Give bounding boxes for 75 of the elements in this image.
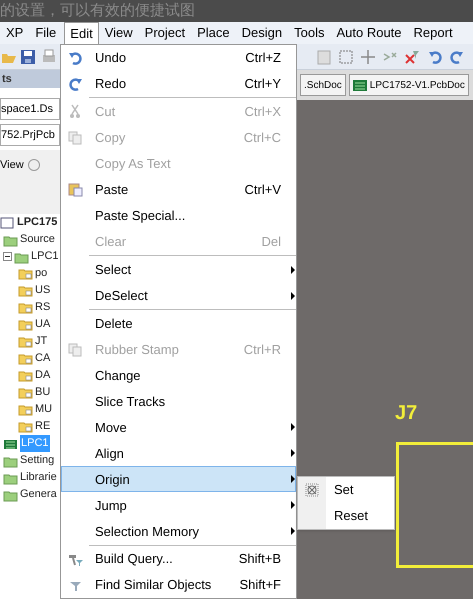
- tree-item[interactable]: Genera: [20, 486, 57, 503]
- move-icon[interactable]: [360, 48, 376, 64]
- tree-item[interactable]: Librarie: [20, 469, 57, 486]
- folder-icon: [18, 284, 33, 298]
- folder-icon: [18, 352, 33, 366]
- workspace-field[interactable]: space1.Ds: [0, 98, 60, 120]
- menu-bar-item[interactable]: Place: [191, 23, 236, 43]
- collapse-toggle[interactable]: [3, 252, 12, 261]
- view-label: View: [0, 158, 24, 173]
- folder-icon: [18, 386, 33, 400]
- menu-item[interactable]: Set: [298, 477, 394, 503]
- menu-bar-item[interactable]: File: [29, 23, 62, 43]
- redo-icon: [68, 76, 83, 92]
- scissors-icon: [68, 104, 83, 120]
- menu-item[interactable]: Select: [61, 256, 296, 282]
- folder-icon: [18, 300, 33, 314]
- undo-icon: [68, 50, 83, 66]
- folder-icon: [18, 420, 33, 434]
- panel-title: ts: [1, 72, 12, 87]
- document-tab[interactable]: .SchDoc: [300, 74, 346, 96]
- menu-item[interactable]: Paste Special...: [61, 202, 296, 229]
- tree-item[interactable]: LPC175: [17, 214, 58, 231]
- undo-icon[interactable]: [429, 50, 443, 64]
- menu-bar-item[interactable]: View: [98, 23, 139, 43]
- tree-item[interactable]: Setting: [20, 452, 54, 469]
- tree-item[interactable]: CA: [35, 350, 50, 367]
- folder-icon: [18, 334, 33, 348]
- tree-item[interactable]: JT: [35, 333, 48, 350]
- menu-item[interactable]: Paste Ctrl+V: [61, 176, 296, 203]
- folder-icon: [18, 368, 33, 382]
- menu-item[interactable]: Redo Ctrl+Y: [61, 71, 296, 97]
- tree-item[interactable]: po: [35, 265, 48, 282]
- menu-item[interactable]: Find Similar Objects Shift+F: [61, 572, 296, 598]
- menu-item[interactable]: Move: [61, 414, 296, 440]
- copy-icon: [68, 130, 83, 146]
- project-field[interactable]: 752.PrjPcb: [0, 124, 60, 146]
- designator-label: J7: [395, 401, 418, 426]
- folder-icon: [18, 318, 33, 332]
- menu-bar-item[interactable]: Project: [138, 23, 192, 43]
- menu-bar-item[interactable]: Design: [236, 23, 288, 43]
- menu-item[interactable]: Align: [61, 440, 296, 466]
- crosshair-icon: [305, 483, 319, 497]
- menu-bar-item[interactable]: Tools: [288, 23, 330, 43]
- menu-item[interactable]: Origin: [61, 466, 296, 492]
- tree-item[interactable]: LPC1: [31, 248, 59, 265]
- menu-item[interactable]: Build Query... Shift+B: [61, 546, 296, 572]
- menu-bar-item[interactable]: Auto Route: [330, 23, 408, 43]
- menu-bar-item[interactable]: Edit: [64, 22, 99, 44]
- tree-item[interactable]: Source: [20, 231, 55, 248]
- radio-button[interactable]: [28, 159, 40, 171]
- print-icon[interactable]: [42, 48, 56, 64]
- clear-filter-icon[interactable]: [404, 48, 420, 64]
- tree-item[interactable]: MU: [35, 401, 52, 418]
- menu-bar-item[interactable]: Report: [408, 23, 459, 43]
- tree-item[interactable]: RS: [35, 299, 50, 316]
- circuit-board-icon: [352, 80, 367, 90]
- tree-item[interactable]: BU: [35, 384, 50, 401]
- menu-item[interactable]: DeSelect: [61, 282, 296, 308]
- menu-item[interactable]: Delete: [61, 310, 296, 336]
- save-icon[interactable]: [20, 48, 36, 64]
- menu-item[interactable]: Slice Tracks: [61, 388, 296, 414]
- redo-icon[interactable]: [449, 50, 463, 64]
- selection-icon[interactable]: [338, 48, 354, 64]
- folder-icon: [18, 266, 33, 280]
- document-tab[interactable]: LPC1752-V1.PcbDoc: [348, 74, 469, 96]
- folder-icon: [18, 402, 33, 416]
- tree-item[interactable]: UA: [35, 316, 50, 333]
- menu-item[interactable]: Reset: [298, 503, 394, 529]
- menu-item[interactable]: Change: [61, 362, 296, 388]
- tree-item[interactable]: DA: [35, 367, 50, 384]
- tree-item[interactable]: RE: [35, 418, 50, 435]
- window-caption: 的设置，可以有效的便捷试图: [0, 2, 195, 20]
- menu-bar-item[interactable]: XP: [0, 23, 30, 43]
- copy-icon: [68, 342, 83, 357]
- tree-item[interactable]: US: [35, 282, 50, 299]
